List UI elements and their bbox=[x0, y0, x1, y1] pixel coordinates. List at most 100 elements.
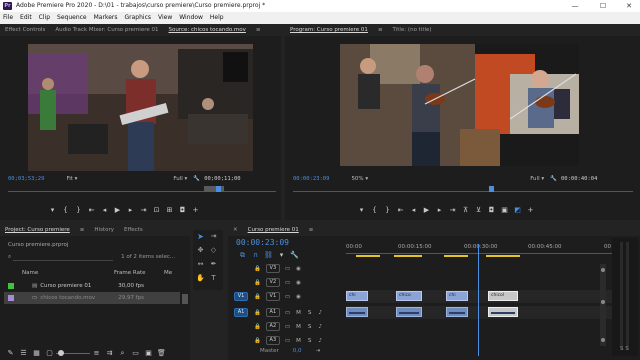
lock-icon[interactable]: 🔒 bbox=[254, 338, 261, 344]
go-to-end-icon[interactable]: ⇥ bbox=[316, 348, 321, 354]
menu-edit[interactable]: Edit bbox=[17, 12, 36, 24]
timeline-audio-clip-selected[interactable] bbox=[488, 307, 518, 317]
timeline-ruler[interactable]: 00:00 00:00:15:00 00:00:30:00 00:00:45:0… bbox=[346, 242, 616, 258]
selection-tool-icon[interactable]: ➤ bbox=[195, 232, 206, 243]
linked-selection-icon[interactable]: ⛓ bbox=[262, 251, 275, 259]
project-list-item[interactable]: ▤ Curso premiere 01 30,00 fps bbox=[4, 280, 184, 292]
menu-help[interactable]: Help bbox=[207, 12, 228, 24]
razor-tool-icon[interactable]: ◇ bbox=[208, 246, 219, 257]
source-patch-a1[interactable]: A1 bbox=[234, 308, 248, 317]
timeline-audio-clip[interactable] bbox=[346, 307, 368, 317]
insert-icon[interactable]: ⊡ bbox=[150, 206, 163, 214]
source-patch-v1[interactable]: V1 bbox=[234, 292, 248, 301]
menu-graphics[interactable]: Graphics bbox=[122, 12, 156, 24]
program-scrub-bar[interactable] bbox=[293, 186, 633, 194]
mute-button[interactable]: M bbox=[296, 310, 301, 316]
program-mark-in-icon[interactable]: { bbox=[368, 206, 381, 214]
snap-icon[interactable]: ∩ bbox=[249, 251, 262, 259]
timeline-video-clip[interactable]: chico bbox=[396, 291, 422, 301]
icon-view-icon[interactable]: ▦ bbox=[30, 349, 43, 357]
lock-icon[interactable]: 🔒 bbox=[254, 310, 261, 316]
tab-effects[interactable]: Effects bbox=[119, 224, 148, 236]
tab-program[interactable]: Program: Curso premiere 01 bbox=[285, 24, 373, 36]
menu-view[interactable]: View bbox=[155, 12, 176, 24]
source-playhead[interactable] bbox=[216, 186, 221, 192]
menu-window[interactable]: Window bbox=[176, 12, 207, 24]
lift-icon[interactable]: ⊼ bbox=[459, 206, 472, 214]
project-list-item-selected[interactable]: ▭ chicos tocando.mov 29,97 fps bbox=[4, 292, 180, 304]
program-panel-menu-icon[interactable]: ≡ bbox=[373, 24, 388, 36]
project-search-input[interactable] bbox=[13, 253, 114, 261]
zoom-slider[interactable] bbox=[56, 348, 90, 358]
add-marker-icon[interactable]: ▾ bbox=[46, 206, 59, 214]
program-go-to-out-icon[interactable]: ⇥ bbox=[446, 206, 459, 214]
new-bin-icon[interactable]: ▭ bbox=[129, 349, 142, 357]
timeline-audio-clip[interactable] bbox=[446, 307, 468, 317]
program-play-icon[interactable]: ▶ bbox=[420, 206, 433, 214]
project-list-scrollbar[interactable] bbox=[182, 294, 188, 304]
master-volume-value[interactable]: 0,0 bbox=[293, 348, 302, 354]
solo-button[interactable]: S bbox=[308, 338, 312, 344]
program-export-frame-camera-icon[interactable]: ◘ bbox=[485, 206, 498, 214]
timeline-video-clip[interactable]: chi bbox=[446, 291, 468, 301]
mute-button[interactable]: M bbox=[296, 338, 301, 344]
program-add-button-plus-icon[interactable]: + bbox=[524, 206, 537, 214]
program-mark-out-icon[interactable]: } bbox=[381, 206, 394, 214]
go-to-in-icon[interactable]: ⇤ bbox=[85, 206, 98, 214]
track-label-v1[interactable]: V1 bbox=[265, 292, 280, 301]
freeform-view-icon[interactable]: ▢ bbox=[43, 349, 56, 357]
timeline-video-clip[interactable]: chi bbox=[346, 291, 368, 301]
automate-to-sequence-icon[interactable]: ⇉ bbox=[103, 349, 116, 357]
sync-lock-icon[interactable]: ▭ bbox=[285, 294, 290, 300]
hand-tool-icon[interactable]: ✋ bbox=[195, 274, 206, 285]
mark-in-icon[interactable]: { bbox=[59, 206, 72, 214]
sync-lock-icon[interactable]: ▭ bbox=[285, 266, 290, 272]
extract-icon[interactable]: ⊻ bbox=[472, 206, 485, 214]
trash-icon[interactable]: 🗑 bbox=[155, 349, 168, 357]
lock-icon[interactable]: 🔒 bbox=[254, 324, 261, 330]
sync-lock-icon[interactable]: ▭ bbox=[285, 338, 290, 344]
mark-out-icon[interactable]: } bbox=[72, 206, 85, 214]
tab-title[interactable]: Title: (no title) bbox=[388, 24, 437, 36]
mute-button[interactable]: M bbox=[296, 324, 301, 330]
timeline-video-clip-selected[interactable]: chicol bbox=[488, 291, 518, 301]
type-tool-icon[interactable]: T bbox=[208, 274, 219, 285]
comparison-view-icon[interactable]: ▣ bbox=[498, 206, 511, 214]
add-marker-timeline-icon[interactable]: ▾ bbox=[275, 251, 288, 259]
source-scrub-bar[interactable] bbox=[8, 186, 276, 194]
timeline-panel-menu-icon[interactable]: ≡ bbox=[304, 224, 319, 236]
sync-lock-icon[interactable]: ▭ bbox=[285, 324, 290, 330]
tab-audio-track-mixer[interactable]: Audio Track Mixer: Curso premiere 01 bbox=[50, 24, 163, 36]
timeline-close-icon[interactable]: ✕ bbox=[228, 224, 243, 236]
track-label-a3[interactable]: A3 bbox=[265, 336, 280, 345]
column-header-media[interactable]: Me bbox=[164, 270, 172, 276]
timeline-audio-clip[interactable] bbox=[396, 307, 422, 317]
menu-markers[interactable]: Markers bbox=[91, 12, 122, 24]
settings-wrench-icon[interactable]: 🔧 bbox=[193, 176, 200, 182]
microphone-icon[interactable]: ♪ bbox=[318, 310, 322, 316]
tab-effect-controls[interactable]: Effect Controls bbox=[0, 24, 50, 36]
overwrite-icon[interactable]: ⊞ bbox=[163, 206, 176, 214]
scroll-handle-top[interactable] bbox=[601, 268, 605, 272]
ripple-edit-tool-icon[interactable]: ✥ bbox=[195, 246, 206, 257]
eye-icon[interactable]: ◉ bbox=[296, 280, 301, 286]
source-quality-dropdown[interactable]: Full ▾ bbox=[173, 176, 187, 182]
column-header-name[interactable]: Name bbox=[22, 270, 114, 276]
column-header-frame-rate[interactable]: Frame Rate bbox=[114, 270, 164, 276]
track-label-v2[interactable]: V2 bbox=[265, 278, 280, 287]
program-video-frame[interactable] bbox=[340, 44, 579, 166]
microphone-icon[interactable]: ♪ bbox=[318, 338, 322, 344]
vr-video-icon[interactable]: ◩ bbox=[511, 206, 524, 214]
timeline-settings-wrench-icon[interactable]: 🔧 bbox=[288, 251, 301, 259]
source-fit-dropdown[interactable]: Fit ▾ bbox=[66, 176, 77, 182]
scroll-handle-mid[interactable] bbox=[601, 300, 605, 304]
menu-sequence[interactable]: Sequence bbox=[54, 12, 91, 24]
timeline-track-area[interactable]: chi chico chi chicol bbox=[346, 244, 612, 356]
pencil-icon[interactable]: ✎ bbox=[4, 349, 17, 357]
program-quality-dropdown[interactable]: Full ▾ bbox=[530, 176, 544, 182]
scroll-handle-bottom[interactable] bbox=[601, 338, 605, 342]
nest-sequence-icon[interactable]: ⧉ bbox=[236, 251, 249, 260]
timeline-playhead[interactable] bbox=[477, 244, 479, 356]
program-go-to-in-icon[interactable]: ⇤ bbox=[394, 206, 407, 214]
source-current-timecode[interactable]: 00;03;53;29 bbox=[8, 176, 44, 182]
